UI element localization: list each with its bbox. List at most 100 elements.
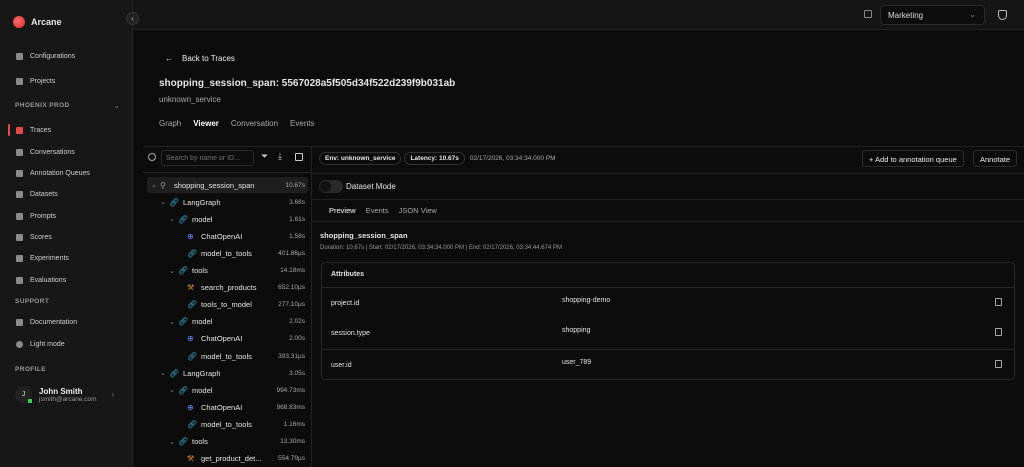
filter-icon[interactable]: ⏷ [261,151,268,162]
online-status-icon [28,399,32,403]
collapse-sidebar-button[interactable]: ‹ [126,12,139,25]
chevron-down-icon[interactable]: ⌄ [169,386,178,394]
database-icon [16,190,23,198]
shield-icon[interactable] [998,10,1007,20]
profile-email: jsmith@arcane.com [39,395,97,403]
root-icon: ⚲ [160,180,166,190]
nav-label: Datasets [30,190,58,198]
span-duration: 2.02s [289,318,305,326]
chain-icon: 🔗︎ [169,197,180,207]
span-name: model_to_tools [201,419,252,429]
span-duration: 14.18ms [280,267,305,274]
sidebar-item-conversations[interactable]: Conversations [0,143,133,161]
span-name: search_products [201,283,257,293]
tree-row[interactable]: 🔗︎ tools_to_model 277.10µs [147,297,308,313]
copy-icon[interactable] [995,360,1002,368]
copy-icon[interactable] [295,153,303,161]
sidebar-item-scores[interactable]: Scores [0,228,133,246]
nav-label: Experiments [30,254,69,262]
span-timestamp: 02/17/2026, 03:34:34.000 PM [469,155,556,162]
flask-icon [16,254,23,262]
tool-icon: ⚒ [187,454,195,464]
sidebar-item-configurations[interactable]: Configurations [0,47,133,65]
back-to-traces-link[interactable]: ← Back to Traces [165,54,235,63]
span-name: model [192,317,213,327]
sun-icon [16,340,23,348]
tree-row[interactable]: 🔗︎ model_to_tools 401.86µs [147,245,308,261]
copy-icon[interactable] [995,328,1002,336]
span-name: tools [192,437,208,446]
annotate-button[interactable]: Annotate [973,150,1018,167]
span-duration: 968.83ms [276,403,305,411]
nav-label: Configurations [30,52,76,60]
chevron-down-icon: ⌄ [969,10,976,19]
span-search-input[interactable] [161,150,254,166]
span-name: ChatOpenAI [201,334,243,344]
chevron-down-icon[interactable]: ⌄ [169,438,178,446]
tree-row[interactable]: ⌄ 🔗︎ model 994.73ms [147,382,308,398]
chain-icon: 🔗︎ [187,248,198,258]
tree-row[interactable]: ⌄ 🔗︎ model 2.02s [147,314,308,330]
tab-json-view[interactable]: JSON View [399,206,437,215]
chevron-down-icon[interactable]: ⌄ [151,181,160,189]
profile-menu[interactable]: J John Smith jsmith@arcane.com › [15,386,114,403]
chain-icon: 🔗︎ [178,437,189,446]
sidebar-item-traces[interactable]: Traces [0,121,133,139]
sidebar-item-projects[interactable]: Projects [0,72,133,90]
span-name: ChatOpenAI [201,231,243,241]
nav-label: Prompts [30,212,57,220]
chevron-down-icon: ⌄ [114,103,120,110]
span-name: model_to_tools [201,248,252,258]
sidebar-item-evaluations[interactable]: Evaluations [0,271,133,289]
tab-events[interactable]: Events [366,206,389,215]
sidebar-item-annotation-queues[interactable]: Annotation Queues [0,164,133,182]
chevron-down-icon[interactable]: ⌄ [169,215,178,223]
tree-row[interactable]: 🔗︎ model_to_tools 1.16ms [147,416,308,432]
dataset-mode-toggle[interactable] [319,180,343,193]
sidebar-item-prompts[interactable]: Prompts [0,207,133,225]
span-name: model [192,385,213,395]
nav-label: Traces [30,126,52,134]
chevron-down-icon[interactable]: ⌄ [160,369,169,377]
sidebar-item-datasets[interactable]: Datasets [0,185,133,203]
tree-row[interactable]: ⊕ ChatOpenAI 2.00s [147,331,308,347]
tree-row[interactable]: ⚒ search_products 652.10µs [147,280,308,296]
tree-row[interactable]: ⌄ 🔗︎ tools 13.30ms [147,434,308,450]
brand[interactable]: Arcane [13,16,62,28]
building-icon [864,10,872,18]
tree-row[interactable]: ⊕ ChatOpenAI 1.58s [147,228,308,244]
attribute-value: user_789 [562,359,592,366]
span-duration: 994.73ms [276,386,305,394]
evaluation-icon [16,276,23,284]
chevron-down-icon[interactable]: ⌄ [169,267,178,275]
tree-row[interactable]: 🔗︎ model_to_tools 393.31µs [147,348,308,364]
tab-events[interactable]: Events [290,119,314,128]
chevron-down-icon[interactable]: ⌄ [169,318,178,326]
attribute-row: project.id shopping-demo [322,287,1014,318]
span-duration: 277.10µs [278,301,305,309]
document-icon [16,318,23,326]
tree-row[interactable]: ⚒ get_product_det... 554.79µs [147,451,308,467]
tab-graph[interactable]: Graph [159,119,181,128]
tree-row[interactable]: ⌄ ⚲ shopping_session_span 10.67s [147,177,308,193]
tab-preview[interactable]: Preview [329,206,356,215]
copy-icon[interactable] [995,298,1002,306]
sidebar-item-documentation[interactable]: Documentation [0,313,133,331]
tab-viewer[interactable]: Viewer [193,119,219,128]
sidebar-item-experiments[interactable]: Experiments [0,249,133,267]
folder-icon [16,77,23,85]
sidebar-item-light-mode[interactable]: Light mode [0,335,133,353]
span-duration: 2.00s [289,335,305,343]
organization-select[interactable]: Marketing ⌄ [880,5,985,25]
download-icon[interactable]: ⤓ [278,151,282,162]
span-name: model_to_tools [201,351,252,361]
add-to-annotation-queue-button[interactable]: + Add to annotation queue [862,150,964,167]
tree-row[interactable]: ⊕ ChatOpenAI 968.83ms [147,399,308,415]
tree-row[interactable]: ⌄ 🔗︎ LangGraph 3.05s [147,365,308,381]
tree-row[interactable]: ⌄ 🔗︎ model 1.61s [147,211,308,227]
tab-conversation[interactable]: Conversation [231,119,278,128]
project-section-header[interactable]: PHOENIX PROD ⌄ [15,102,120,110]
chevron-down-icon[interactable]: ⌄ [160,198,169,206]
tree-row[interactable]: ⌄ 🔗︎ tools 14.18ms [147,263,308,279]
tree-row[interactable]: ⌄ 🔗︎ LangGraph 3.68s [147,194,308,210]
